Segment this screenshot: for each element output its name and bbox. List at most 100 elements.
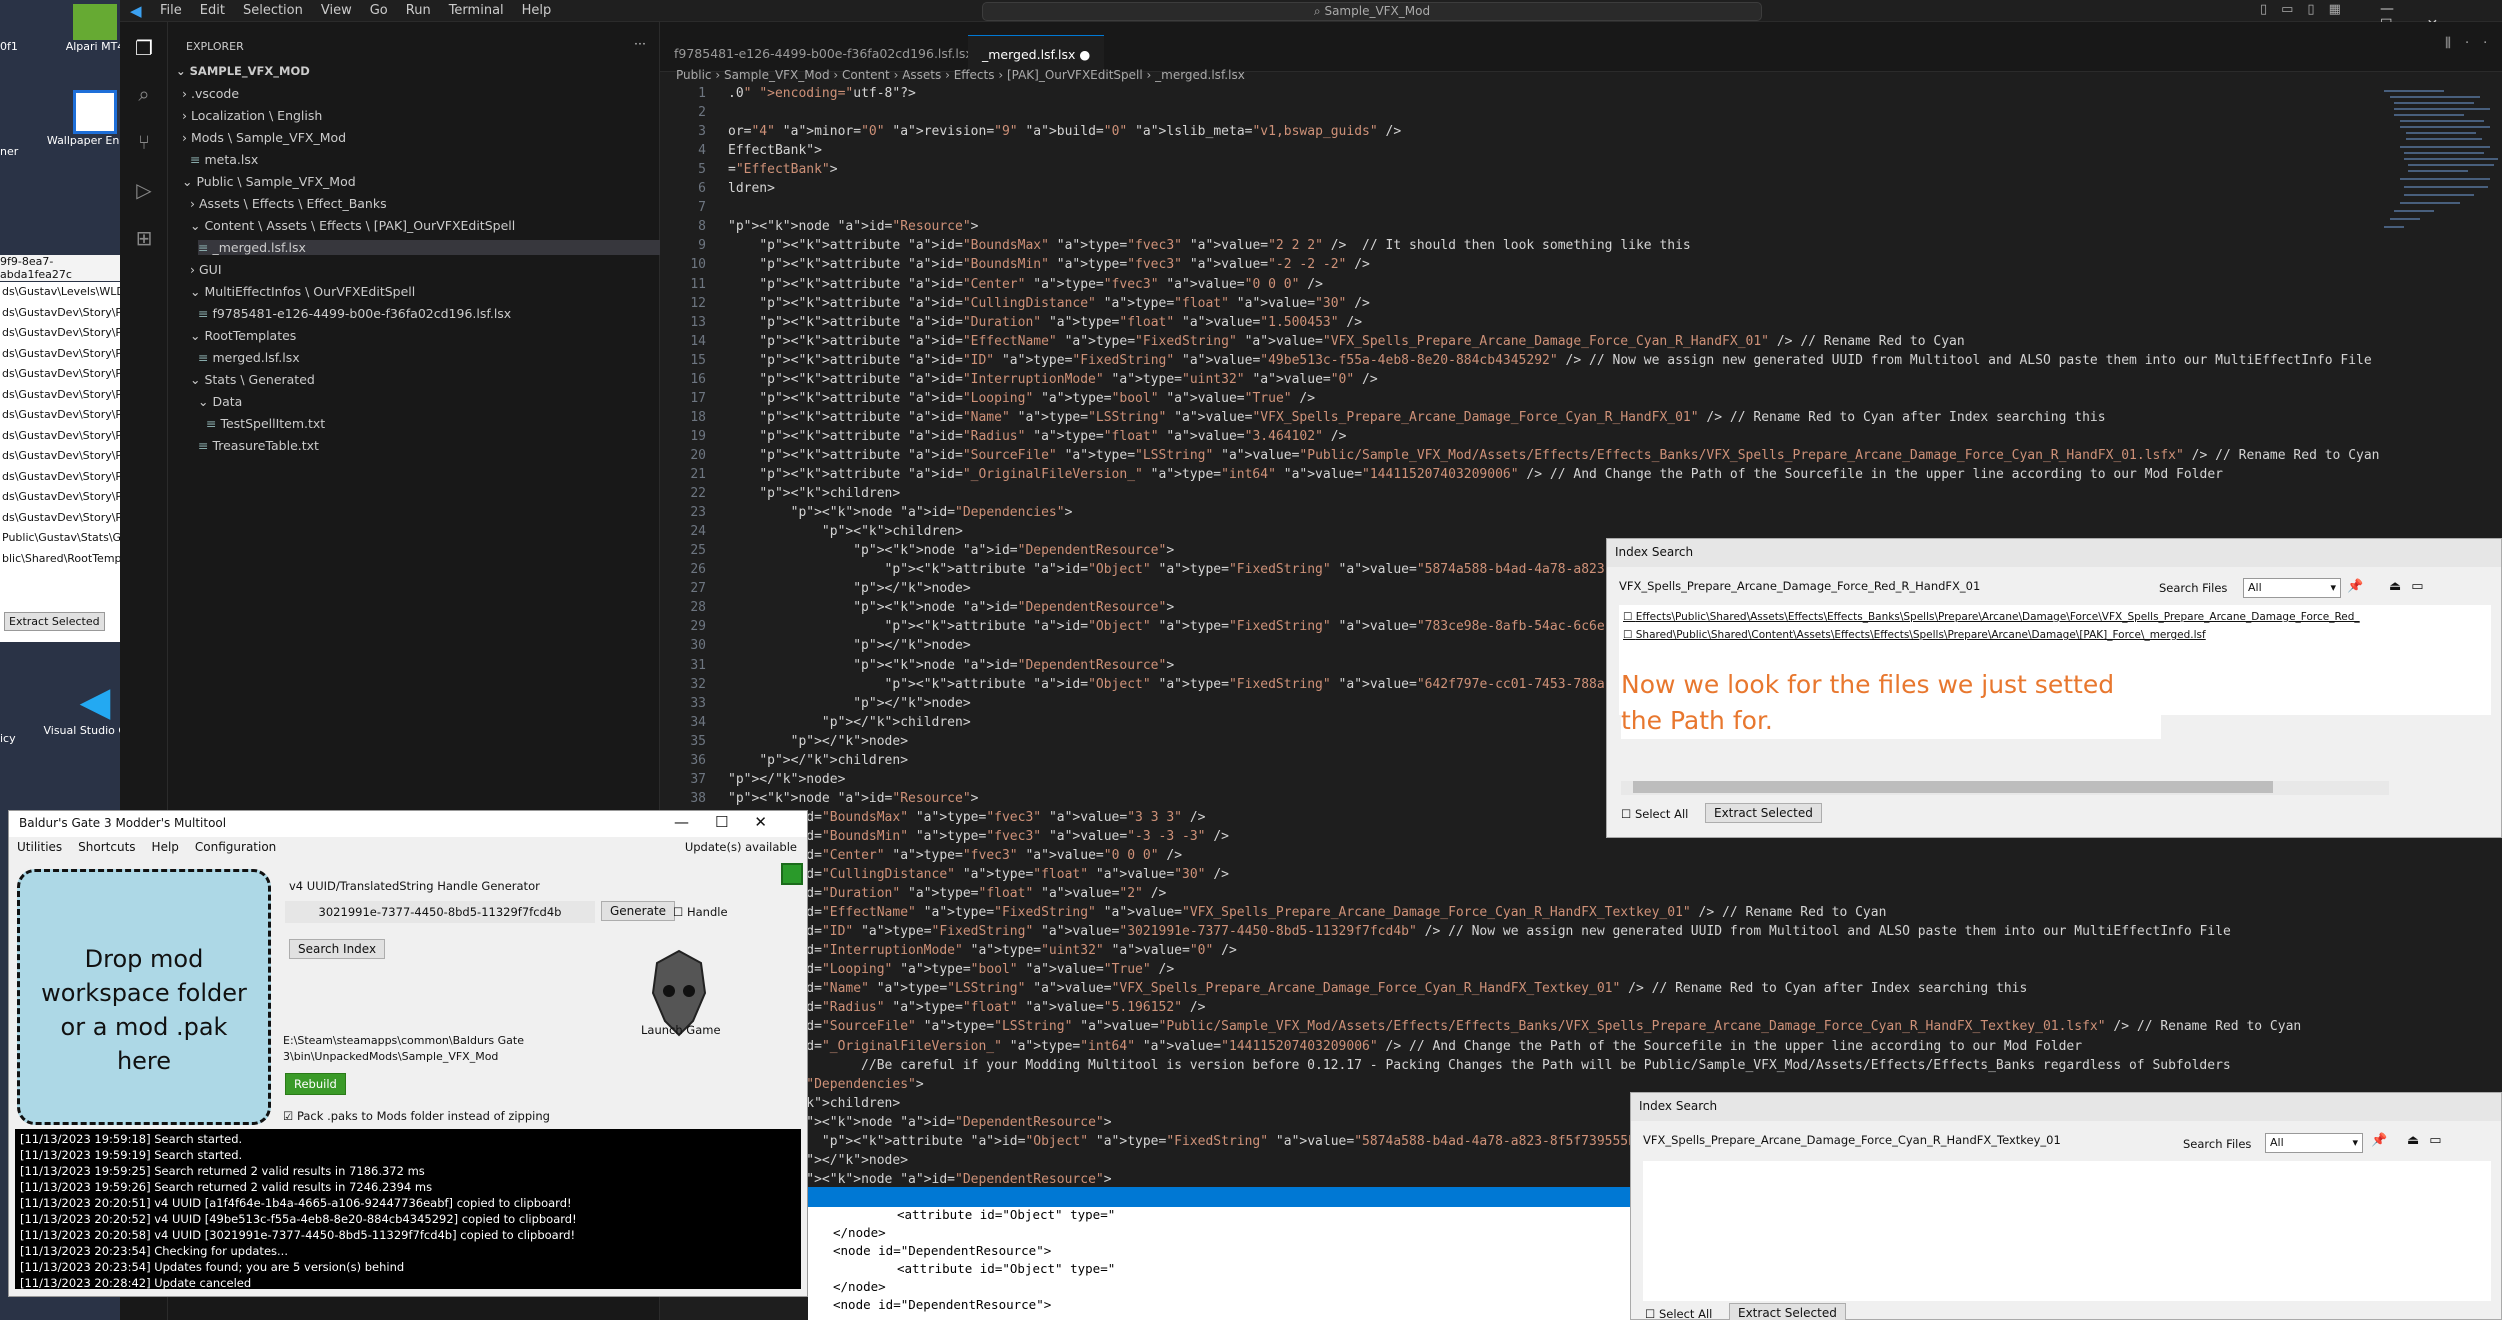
tree-item[interactable]: ≡ TestSpellItem.txt	[206, 416, 325, 431]
pin-icon[interactable]: 📌	[2347, 579, 2363, 594]
explorer-row[interactable]: ds\GustavDev\Story\Pa	[0, 385, 120, 406]
tree-item[interactable]: ≡ f9785481-e126-4499-b00e-f36fa02cd196.l…	[198, 306, 511, 321]
minimap[interactable]	[2380, 86, 2500, 286]
breadcrumb-item[interactable]: Effects	[954, 68, 995, 82]
launch-game-label[interactable]: Launch Game	[641, 1023, 721, 1037]
source-control-icon[interactable]: ⑂	[130, 130, 158, 158]
workspace-root[interactable]: ⌄ SAMPLE_VFX_MOD	[176, 64, 310, 78]
menu-item[interactable]: Go	[370, 3, 388, 18]
menu-item[interactable]: Help	[522, 3, 552, 18]
tree-item[interactable]: › .vscode	[182, 86, 239, 101]
rebuild-button[interactable]: Rebuild	[285, 1073, 346, 1095]
tree-item[interactable]: ⌄ Content \ Assets \ Effects \ [PAK]_Our…	[190, 218, 515, 233]
breadcrumb-item[interactable]: Sample_VFX_Mod	[724, 68, 830, 82]
extract-selected-button[interactable]: Extract Selected	[1729, 1303, 1846, 1320]
explorer-row[interactable]: ds\GustavDev\Story\Pa	[0, 467, 120, 488]
breadcrumb-separator: ›	[994, 68, 1007, 82]
breadcrumb-item[interactable]: _merged.lsf.lsx	[1155, 68, 1245, 82]
index-search-query[interactable]: VFX_Spells_Prepare_Arcane_Damage_Force_R…	[1619, 579, 1980, 593]
tree-item[interactable]: ≡ merged.lsf.lsx	[198, 350, 300, 365]
index-search-window: Index Search VFX_Spells_Prepare_Arcane_D…	[1606, 538, 2502, 838]
pin-icon[interactable]: 📌	[2371, 1133, 2387, 1148]
extract-selected-button[interactable]: Extract Selected	[1705, 803, 1822, 823]
extensions-icon[interactable]: ⊞	[130, 226, 158, 254]
uuid-field[interactable]: 3021991e-7377-4450-8bd5-11329f7fcd4b	[285, 901, 595, 923]
breadcrumb-item[interactable]: [PAK]_OurVFXEditSpell	[1007, 68, 1143, 82]
tree-item[interactable]: ≡ TreasureTable.txt	[198, 438, 319, 453]
explorer-icon[interactable]: ❐	[130, 36, 158, 64]
explorer-row[interactable]: ds\GustavDev\Story\Pa	[0, 426, 120, 447]
tree-item[interactable]: ⌄ Public \ Sample_VFX_Mod	[182, 174, 356, 189]
result-row[interactable]: ☐ Shared\Public\Shared\Content\Assets\Ef…	[1619, 629, 2491, 641]
menu-item[interactable]: Utilities	[17, 840, 62, 854]
explorer-row[interactable]: ds\GustavDev\Story\Pa	[0, 323, 120, 344]
breadcrumb-item[interactable]: Public	[676, 68, 712, 82]
search-index-button[interactable]: Search Index	[289, 939, 386, 959]
tree-item[interactable]: › GUI	[190, 262, 222, 277]
tree-item[interactable]: › Localization \ English	[182, 108, 322, 123]
explorer-row[interactable]: ds\GustavDev\Story\Pa	[0, 405, 120, 426]
index-search-query[interactable]: VFX_Spells_Prepare_Arcane_Damage_Force_C…	[1643, 1133, 2061, 1147]
breadcrumb-item[interactable]: Assets	[902, 68, 941, 82]
menu-item[interactable]: Run	[406, 3, 431, 18]
command-center-search[interactable]: ⌕ Sample_VFX_Mod	[982, 2, 1762, 21]
search-files-label[interactable]: Search Files	[2183, 1137, 2251, 1151]
filter-select[interactable]: All ▾	[2243, 578, 2341, 598]
menu-item[interactable]: File	[160, 3, 182, 18]
explorer-row[interactable]: ds\GustavDev\Story\Pa	[0, 303, 120, 324]
tree-item[interactable]: ⌄ MultiEffectInfos \ OurVFXEditSpell	[190, 284, 415, 299]
explorer-row[interactable]: Public\Gustav\Stats\Gene	[0, 528, 120, 549]
editor-actions[interactable]: ⫼···	[2445, 36, 2502, 51]
menu-item[interactable]: View	[321, 3, 352, 18]
tree-item[interactable]: › Assets \ Effects \ Effect_Banks	[190, 196, 387, 211]
handle-checkbox[interactable]: ☐ Handle	[673, 905, 728, 919]
explorer-row[interactable]: ds\GustavDev\Story\Pa	[0, 487, 120, 508]
menu-item[interactable]: Terminal	[449, 3, 504, 18]
menu-item[interactable]: Help	[152, 840, 179, 854]
line-number: 31	[690, 657, 706, 673]
tree-item-label: Localization \ English	[190, 108, 323, 123]
explorer-row[interactable]: ds\GustavDev\Story\Pa	[0, 364, 120, 385]
explorer-row[interactable]: ds\GustavDev\Story\Pa	[0, 344, 120, 365]
line-number: 13	[690, 314, 706, 330]
menu-item[interactable]: Selection	[243, 3, 303, 18]
explorer-row[interactable]: ds\GustavDev\Story\Pa	[0, 446, 120, 467]
select-all-checkbox[interactable]: ☐ Select All	[1621, 807, 1688, 821]
pack-option-checkbox[interactable]: ☑ Pack .paks to Mods folder instead of z…	[283, 1109, 550, 1123]
log-console[interactable]: [11/13/2023 19:59:18] Search started. [11…	[15, 1129, 801, 1290]
tree-item[interactable]: ⌄ Data	[198, 394, 242, 409]
run-debug-icon[interactable]: ▷	[130, 178, 158, 206]
tree-item[interactable]: › Mods \ Sample_VFX_Mod	[182, 130, 346, 145]
tree-item[interactable]: ⌄ RootTemplates	[190, 328, 296, 343]
more-actions-icon[interactable]: ···	[634, 36, 646, 51]
updates-label[interactable]: Update(s) available	[685, 840, 797, 854]
line-number: 16	[690, 371, 706, 387]
explorer-row[interactable]: ds\Gustav\Levels\WLD	[0, 282, 120, 303]
generate-button[interactable]: Generate	[601, 901, 676, 921]
select-all-checkbox[interactable]: ☐ Select All	[1645, 1307, 1712, 1320]
drop-zone[interactable]: Drop mod workspace folder or a mod .pak …	[17, 869, 271, 1125]
explorer-row[interactable]: ds\GustavDev\Story\Pa	[0, 508, 120, 529]
layout-toggle-icons[interactable]: ▯▭▯▦	[2260, 2, 2355, 17]
refresh-icon[interactable]	[781, 863, 803, 885]
filter-select[interactable]: All ▾	[2265, 1133, 2363, 1153]
folder-icons[interactable]: ⏏▭	[2407, 1133, 2452, 1148]
extract-selected-button[interactable]: Extract Selected	[4, 612, 105, 631]
tree-item[interactable]: ⌄ Stats \ Generated	[190, 372, 315, 387]
horizontal-scrollbar[interactable]	[1621, 781, 2389, 795]
folder-icons[interactable]: ⏏▭	[2389, 579, 2434, 594]
search-icon[interactable]: ⌕	[130, 82, 158, 110]
line-number: 29	[690, 619, 706, 635]
result-row[interactable]: ☐ Effects\Public\Shared\Assets\Effects\E…	[1619, 605, 2491, 629]
tree-item[interactable]: ≡ meta.lsx	[190, 152, 258, 167]
code-line: "p"><"k">attribute "a">id="BoundsMax" "a…	[759, 238, 1691, 254]
chevron-icon: ›	[190, 196, 199, 211]
breadcrumb-item[interactable]: Content	[842, 68, 890, 82]
explorer-row[interactable]: blic\Shared\RootTempla	[0, 549, 120, 570]
search-files-label[interactable]: Search Files	[2159, 581, 2227, 595]
menu-item[interactable]: Configuration	[195, 840, 276, 854]
menu-item[interactable]: Shortcuts	[78, 840, 135, 854]
tree-item[interactable]: ≡ _merged.lsf.lsx	[198, 240, 660, 255]
window-controls[interactable]: —☐✕	[674, 813, 793, 831]
menu-item[interactable]: Edit	[200, 3, 225, 18]
